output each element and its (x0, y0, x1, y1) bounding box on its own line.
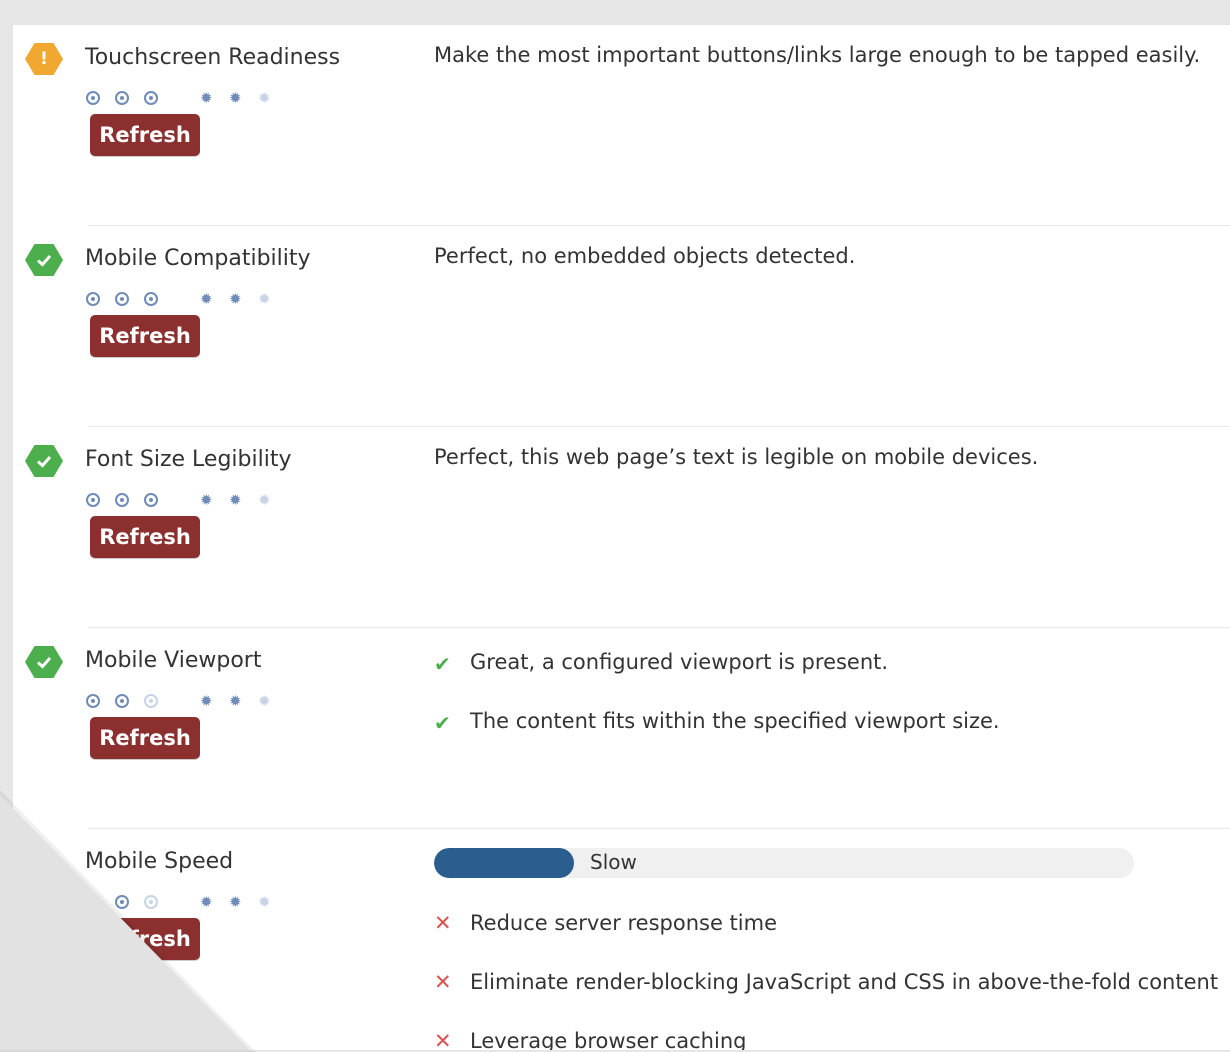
refresh-button[interactable]: Refresh (90, 114, 200, 156)
audit-label: Mobile Compatibility (85, 246, 311, 271)
audit-row-mobile-viewport: Mobile Viewport ✹ ✹ ✹ Refresh ✔ Great, a… (13, 628, 1230, 829)
gear-icon: ✹ (229, 692, 242, 710)
importance-dot-icon (115, 694, 129, 708)
check-item: ✔ The content fits within the specified … (434, 707, 1000, 766)
importance-dot-icon (86, 292, 100, 306)
checkmark-icon: ✔ (434, 711, 451, 735)
issue-item-text: Eliminate render-blocking JavaScript and… (470, 970, 1219, 994)
gear-icon: ✹ (229, 290, 242, 308)
cross-icon: ✕ (434, 970, 452, 994)
gear-icon: ✹ (200, 692, 213, 710)
cross-icon: ✕ (434, 1029, 452, 1050)
importance-dot-icon (86, 694, 100, 708)
gear-icon: ✹ (258, 89, 271, 107)
gear-icon: ✹ (258, 491, 271, 509)
checkmark-icon: ✔ (434, 652, 451, 676)
check-circle-icon (25, 445, 63, 477)
gear-icon: ✹ (258, 893, 271, 911)
gear-icon: ✹ (200, 491, 213, 509)
audit-label: Mobile Speed (85, 849, 234, 874)
check-item-text: Great, a configured viewport is present. (470, 650, 889, 674)
check-circle-icon (25, 244, 63, 276)
gear-icon: ✹ (200, 89, 213, 107)
gear-icon: ✹ (229, 491, 242, 509)
audit-description: Perfect, this web page’s text is legible… (434, 445, 1039, 469)
importance-dot-icon (115, 292, 129, 306)
warning-icon: ! (25, 43, 63, 75)
check-circle-icon (25, 646, 63, 678)
importance-dot-icon (144, 895, 158, 909)
gear-icon: ✹ (258, 692, 271, 710)
speed-issue-list: ✕ Reduce server response time ✕ Eliminat… (434, 909, 1218, 1050)
audit-description: Make the most important buttons/links la… (434, 43, 1201, 67)
importance-dot-icon (115, 91, 129, 105)
audit-row-mobile-compatibility: Mobile Compatibility ✹ ✹ ✹ Refresh Perfe… (13, 226, 1230, 427)
importance-dot-icon (144, 493, 158, 507)
issue-item-text: Reduce server response time (470, 911, 778, 935)
audit-row-font-size-legibility: Font Size Legibility ✹ ✹ ✹ Refresh Perfe… (13, 427, 1230, 628)
issue-item: ✕ Reduce server response time (434, 909, 1218, 968)
issue-item: ✕ Eliminate render-blocking JavaScript a… (434, 968, 1218, 1027)
cross-icon: ✕ (434, 911, 452, 935)
mobile-audit-panel: ! Touchscreen Readiness ✹ ✹ ✹ Refresh Ma… (13, 25, 1230, 1050)
viewport-checklist: ✔ Great, a configured viewport is presen… (434, 648, 1000, 766)
speed-progress-fill (434, 848, 574, 878)
gear-icon: ✹ (258, 290, 271, 308)
importance-dot-icon (144, 694, 158, 708)
audit-label: Mobile Viewport (85, 648, 262, 673)
gear-icon: ✹ (229, 89, 242, 107)
audit-description: Perfect, no embedded objects detected. (434, 244, 856, 268)
importance-dot-icon (86, 493, 100, 507)
speed-label: Slow (590, 850, 637, 874)
audit-label: Touchscreen Readiness (85, 45, 341, 70)
gear-icon: ✹ (200, 893, 213, 911)
refresh-button[interactable]: Refresh (90, 516, 200, 558)
importance-dot-icon (115, 895, 129, 909)
check-item: ✔ Great, a configured viewport is presen… (434, 648, 1000, 707)
gear-icon: ✹ (229, 893, 242, 911)
importance-dot-icon (144, 91, 158, 105)
importance-dot-icon (144, 292, 158, 306)
audit-row-touchscreen-readiness: ! Touchscreen Readiness ✹ ✹ ✹ Refresh Ma… (13, 25, 1230, 226)
issue-item: ✕ Leverage browser caching (434, 1027, 1218, 1050)
audit-label: Font Size Legibility (85, 447, 292, 472)
check-item-text: The content fits within the specified vi… (470, 709, 1000, 733)
issue-item-text: Leverage browser caching (470, 1029, 747, 1050)
refresh-button[interactable]: Refresh (90, 717, 200, 759)
importance-dot-icon (86, 91, 100, 105)
gear-icon: ✹ (200, 290, 213, 308)
speed-progress-bar: Slow (434, 848, 1134, 878)
importance-dot-icon (115, 493, 129, 507)
refresh-button[interactable]: Refresh (90, 315, 200, 357)
